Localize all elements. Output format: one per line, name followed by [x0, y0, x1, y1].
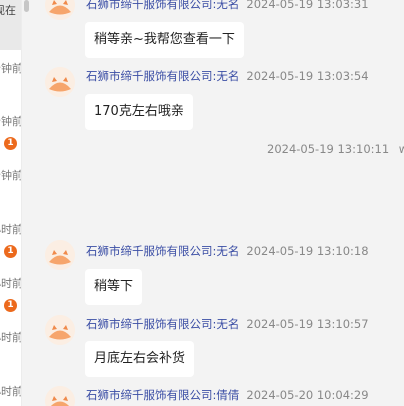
sidebar-item-time: 小时前 [0, 223, 22, 236]
sender-name: 石狮市缔千服饰有限公司:无名 [86, 69, 240, 83]
message-meta: 石狮市缔千服饰有限公司:无名 2024-05-19 13:10:57 [86, 317, 369, 331]
unread-badge: 1 [4, 245, 17, 258]
sidebar-item-time: 小时前 [0, 385, 22, 398]
sender-avatar [45, 386, 75, 406]
message-meta: 石狮市缔千服饰有限公司:无名 2024-05-19 13:10:18 [86, 244, 369, 258]
sidebar-scrollbar[interactable] [24, 0, 29, 12]
active-conversation-item[interactable]: 现在 [0, 0, 21, 50]
cat-avatar-icon [45, 386, 75, 406]
cat-avatar-icon [45, 240, 75, 270]
message-time: 2024-05-19 13:10:57 [246, 317, 369, 331]
message-meta: 石狮市缔千服饰有限公司:无名 2024-05-19 13:03:54 [86, 69, 369, 83]
sender-name: 石狮市缔千服饰有限公司:无名 [86, 0, 240, 11]
message-bubble[interactable]: 170克左右哦亲 [85, 94, 193, 130]
message-time: 2024-05-20 10:04:29 [246, 388, 369, 402]
sender-avatar [45, 315, 75, 345]
sender-avatar [45, 67, 75, 97]
sidebar-item-time: 小时前 [0, 331, 22, 344]
sender-name: 石狮市缔千服饰有限公司:倩倩 [86, 388, 240, 402]
cat-avatar-icon [45, 67, 75, 97]
sidebar-top-time: 现在 [0, 4, 16, 17]
message-bubble[interactable]: 月底左右会补货 [85, 341, 195, 377]
conversation-sidebar: 现在 分钟前 分钟前 1 分钟前 小时前 1 小时前 1 小时前 小时前 [0, 0, 22, 406]
own-message-name: w [398, 142, 404, 156]
sender-name: 石狮市缔千服饰有限公司:无名 [86, 244, 240, 258]
sidebar-item-time: 分钟前 [0, 115, 22, 128]
message-time: 2024-05-19 13:03:31 [246, 0, 369, 11]
sidebar-item-time: 分钟前 [0, 169, 22, 182]
cat-avatar-icon [45, 0, 75, 20]
sender-avatar [45, 240, 75, 270]
sender-name: 石狮市缔千服饰有限公司:无名 [86, 317, 240, 331]
message-meta: 石狮市缔千服饰有限公司:无名 2024-05-19 13:03:31 [86, 0, 369, 11]
message-meta: 石狮市缔千服饰有限公司:倩倩 2024-05-20 10:04:29 [86, 388, 369, 402]
own-message-time: 2024-05-19 13:10:11 w [267, 142, 404, 156]
message-time: 2024-05-19 13:10:18 [246, 244, 369, 258]
cat-avatar-icon [45, 315, 75, 345]
unread-badge: 1 [4, 137, 17, 150]
sidebar-item-time: 小时前 [0, 277, 22, 290]
message-bubble[interactable]: 稍等亲~我帮您查看一下 [85, 22, 244, 58]
message-time: 2024-05-19 13:03:54 [246, 69, 369, 83]
chat-area: 石狮市缔千服饰有限公司:无名 2024-05-19 13:03:31 稍等亲~我帮… [30, 0, 404, 406]
unread-badge: 1 [4, 299, 17, 312]
sender-avatar [45, 0, 75, 20]
own-message-timestamp: 2024-05-19 13:10:11 [267, 142, 390, 156]
sidebar-item-time: 分钟前 [0, 62, 22, 75]
message-bubble[interactable]: 稍等下 [85, 269, 143, 305]
